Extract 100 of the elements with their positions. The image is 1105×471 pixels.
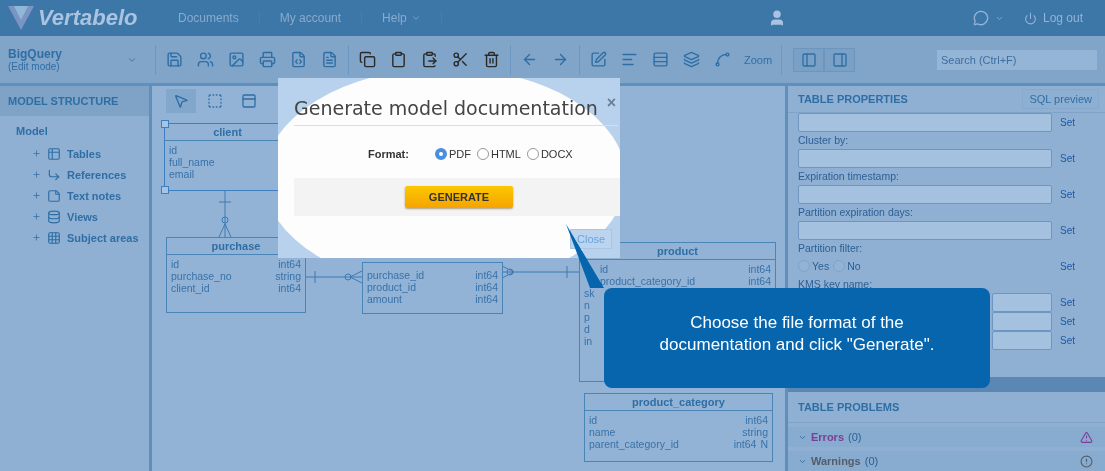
paste-icon[interactable]	[421, 51, 438, 68]
sql-file-icon[interactable]	[290, 51, 307, 68]
text-field[interactable]	[798, 220, 1052, 240]
column-name: purchase_no	[171, 270, 232, 282]
zoom-button[interactable]: Zoom	[738, 53, 779, 66]
set-link[interactable]: Set	[1060, 260, 1075, 272]
expand-icon[interactable]	[32, 170, 41, 179]
set-link[interactable]: Set	[1060, 224, 1075, 236]
expand-icon[interactable]	[32, 191, 41, 200]
relationship-line	[304, 270, 363, 284]
nav-link[interactable]: Help	[362, 11, 442, 25]
nullable-label: N	[760, 438, 768, 450]
search-field[interactable]: Search (Ctrl+F)	[937, 49, 1097, 70]
document-icon[interactable]	[321, 51, 338, 68]
format-radio[interactable]: DOCX	[526, 148, 573, 160]
trash-icon[interactable]	[483, 51, 500, 68]
expand-icon[interactable]	[32, 212, 41, 221]
format-radio[interactable]: PDF	[434, 148, 471, 160]
panel-right-icon	[831, 51, 848, 68]
table-name: product_category	[585, 394, 772, 411]
generate-button[interactable]: GENERATE	[405, 186, 513, 208]
text-field[interactable]	[992, 311, 1052, 331]
column-type: int64	[748, 275, 771, 287]
problem-section[interactable]: Warnings (0)	[788, 451, 1105, 471]
resize-handle[interactable]	[161, 120, 169, 128]
cut-icon[interactable]	[452, 51, 469, 68]
text-field[interactable]	[798, 184, 1052, 204]
edit-icon[interactable]	[590, 51, 607, 68]
panel-header: TABLE PROPERTIES	[798, 92, 908, 105]
set-link[interactable]: Set	[1060, 315, 1075, 327]
expand-icon[interactable]	[32, 149, 41, 158]
clipboard-icon[interactable]	[390, 51, 407, 68]
tree-item[interactable]: References	[67, 168, 127, 181]
table-entity[interactable]: purchase id int64 purchase_no string client_id int64	[166, 237, 306, 313]
arrow-left-icon[interactable]	[521, 51, 538, 68]
pointer-icon	[173, 93, 189, 109]
column-name: id	[169, 144, 178, 156]
align-icon[interactable]	[621, 51, 638, 68]
column-name: parent_category_id	[589, 438, 679, 450]
column-type: string	[275, 270, 301, 282]
alert-circle-icon	[1080, 454, 1093, 468]
panel-header[interactable]: MODEL STRUCTURE	[0, 86, 149, 116]
nav-link[interactable]: Documents	[158, 11, 260, 25]
rows-icon[interactable]	[652, 51, 669, 68]
column-type: int64	[475, 293, 498, 305]
image-icon[interactable]	[228, 51, 245, 68]
column-name: sk	[584, 287, 595, 299]
tree-item[interactable]: Text notes	[67, 189, 122, 202]
column-name: id	[171, 258, 180, 270]
table-entity[interactable]: product_category id int64 name string parent_category_id int64 N	[584, 393, 773, 462]
layers-icon[interactable]	[683, 51, 700, 68]
copy-icon[interactable]	[359, 51, 376, 68]
column-type: int64	[278, 258, 301, 270]
logout-link[interactable]: Log out	[1013, 11, 1093, 25]
column-name: name	[589, 426, 616, 438]
printer-icon[interactable]	[259, 51, 276, 68]
model-mode: (Edit mode)	[8, 61, 61, 72]
table-icon	[241, 93, 257, 109]
resize-handle[interactable]	[161, 186, 169, 194]
sql-preview-button[interactable]: SQL preview	[1022, 88, 1099, 109]
expand-icon[interactable]	[32, 233, 41, 242]
areas-icon	[47, 230, 61, 245]
set-link[interactable]: Set	[1060, 334, 1075, 346]
table-entity[interactable]: purchase_id int64 product_id int64 amount int64	[362, 262, 503, 314]
radio-option[interactable]: Yes	[798, 260, 830, 273]
text-field[interactable]	[798, 148, 1052, 168]
set-link[interactable]: Set	[1060, 296, 1075, 308]
text-field[interactable]	[992, 292, 1052, 312]
set-link[interactable]: Set	[1060, 188, 1075, 200]
field-label: Cluster by:	[798, 133, 850, 148]
connector-icon[interactable]	[714, 51, 731, 68]
close-button[interactable]: ×	[606, 94, 616, 112]
arrow-right-icon[interactable]	[552, 51, 569, 68]
set-link[interactable]: Set	[1060, 116, 1075, 128]
tree-item[interactable]: Model	[16, 125, 149, 137]
set-link[interactable]: Set	[1060, 152, 1075, 164]
save-icon[interactable]	[166, 51, 183, 68]
column-type: int64	[733, 438, 757, 450]
left-panel-button[interactable]	[793, 47, 825, 72]
text-field[interactable]	[992, 330, 1052, 350]
right-panel-button[interactable]	[824, 47, 856, 72]
users-icon[interactable]	[197, 51, 214, 68]
dashed-square-icon	[207, 93, 223, 109]
format-label: Format:	[368, 148, 409, 160]
pointer-tool[interactable]	[166, 89, 196, 113]
nav-link[interactable]: My account	[259, 11, 363, 25]
tree-item[interactable]: Subject areas	[67, 231, 139, 244]
close-button[interactable]: Close	[570, 229, 613, 249]
dialog-title: Generate model documentation	[294, 97, 598, 119]
chat-icon	[972, 10, 989, 26]
panel-header: TABLE PROBLEMS	[798, 401, 900, 414]
references-icon	[47, 167, 61, 182]
column-name: d	[584, 323, 590, 335]
problem-section[interactable]: Errors (0)	[788, 427, 1105, 448]
tree-item[interactable]: Tables	[67, 147, 102, 160]
tree-item[interactable]: Views	[67, 210, 98, 223]
views-icon	[47, 209, 61, 224]
radio-option[interactable]: No	[833, 260, 861, 273]
format-radio[interactable]: HTML	[476, 148, 521, 160]
column-name: in	[584, 335, 593, 347]
